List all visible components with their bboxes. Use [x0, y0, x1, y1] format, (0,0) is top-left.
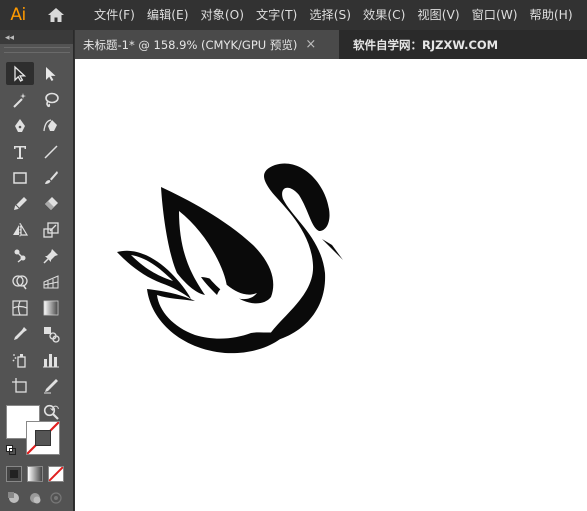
watermark-text: 软件自学网：RJZXW.COM [353, 37, 499, 52]
swap-fill-stroke-icon[interactable]: ↶ [50, 403, 59, 416]
stroke-swatch[interactable] [26, 421, 60, 455]
blend-tool-icon[interactable] [37, 322, 65, 345]
main-menu: 文件(F) 编辑(E) 对象(O) 文字(T) 选择(S) 效果(C) 视图(V… [88, 0, 579, 30]
symbol-sprayer-tool-icon[interactable] [6, 348, 34, 371]
panel-grip[interactable] [4, 47, 70, 53]
default-fill-stroke-icon[interactable] [6, 445, 16, 455]
color-mode-buttons [6, 466, 64, 482]
menu-select[interactable]: 选择(S) [303, 0, 357, 30]
column-graph-tool-icon[interactable] [37, 348, 65, 371]
slice-tool-icon[interactable] [37, 374, 65, 397]
none-mode-icon[interactable] [48, 466, 64, 482]
drawing-mode-buttons [6, 490, 63, 505]
menu-type[interactable]: 文字(T) [250, 0, 303, 30]
selection-tool-icon[interactable] [6, 62, 34, 85]
rectangle-tool-icon[interactable] [6, 166, 34, 189]
gradient-tool-icon[interactable] [37, 296, 65, 319]
gradient-mode-icon[interactable] [27, 466, 43, 482]
tools-panel: ◂◂ ↶ [0, 30, 74, 511]
home-icon[interactable] [36, 0, 76, 30]
mesh-tool-icon[interactable] [6, 296, 34, 319]
shape-builder-tool-icon[interactable] [6, 270, 34, 293]
menu-file[interactable]: 文件(F) [88, 0, 141, 30]
stroke-inner [35, 430, 51, 446]
collapse-panel-icon[interactable]: ◂◂ [5, 30, 14, 44]
type-tool-icon[interactable] [6, 140, 34, 163]
close-tab-icon[interactable]: × [305, 37, 316, 52]
reflect-tool-icon[interactable] [6, 218, 34, 241]
document-tab-bar: 未标题-1* @ 158.9% (CMYK/GPU 预览) × 软件自学网：RJ… [75, 30, 587, 59]
menu-view[interactable]: 视图(V) [411, 0, 465, 30]
draw-inside-icon[interactable] [48, 490, 63, 505]
magic-wand-tool-icon[interactable] [6, 88, 34, 111]
tools-panel-header: ◂◂ [0, 30, 73, 44]
artboard-canvas[interactable] [75, 59, 587, 511]
menu-edit[interactable]: 编辑(E) [141, 0, 195, 30]
draw-behind-icon[interactable] [27, 490, 42, 505]
menu-bar: Ai 文件(F) 编辑(E) 对象(O) 文字(T) 选择(S) 效果(C) 视… [0, 0, 587, 30]
swan-artwork[interactable] [75, 59, 587, 511]
lasso-tool-icon[interactable] [37, 88, 65, 111]
line-segment-tool-icon[interactable] [37, 140, 65, 163]
draw-normal-icon[interactable] [6, 490, 21, 505]
menu-window[interactable]: 窗口(W) [466, 0, 524, 30]
eraser-tool-icon[interactable] [37, 192, 65, 215]
perspective-grid-tool-icon[interactable] [37, 270, 65, 293]
document-tab[interactable]: 未标题-1* @ 158.9% (CMYK/GPU 预览) × [75, 30, 339, 59]
shaper-tool-icon[interactable] [6, 192, 34, 215]
fill-stroke-swatches: ↶ [6, 403, 68, 459]
document-tab-title: 未标题-1* @ 158.9% (CMYK/GPU 预览) [83, 37, 298, 52]
menu-object[interactable]: 对象(O) [195, 0, 250, 30]
puppet-warp-tool-icon[interactable] [6, 244, 34, 267]
menu-help[interactable]: 帮助(H) [524, 0, 579, 30]
curvature-tool-icon[interactable] [37, 114, 65, 137]
eyedropper-tool-icon[interactable] [6, 322, 34, 345]
menu-effect[interactable]: 效果(C) [357, 0, 411, 30]
app-logo: Ai [10, 5, 26, 25]
color-mode-icon[interactable] [6, 466, 22, 482]
scale-tool-icon[interactable] [37, 218, 65, 241]
paintbrush-tool-icon[interactable] [37, 166, 65, 189]
artboard-tool-icon[interactable] [6, 374, 34, 397]
direct-selection-tool-icon[interactable] [37, 62, 65, 85]
pen-tool-icon[interactable] [6, 114, 34, 137]
free-transform-pin-icon[interactable] [37, 244, 65, 267]
